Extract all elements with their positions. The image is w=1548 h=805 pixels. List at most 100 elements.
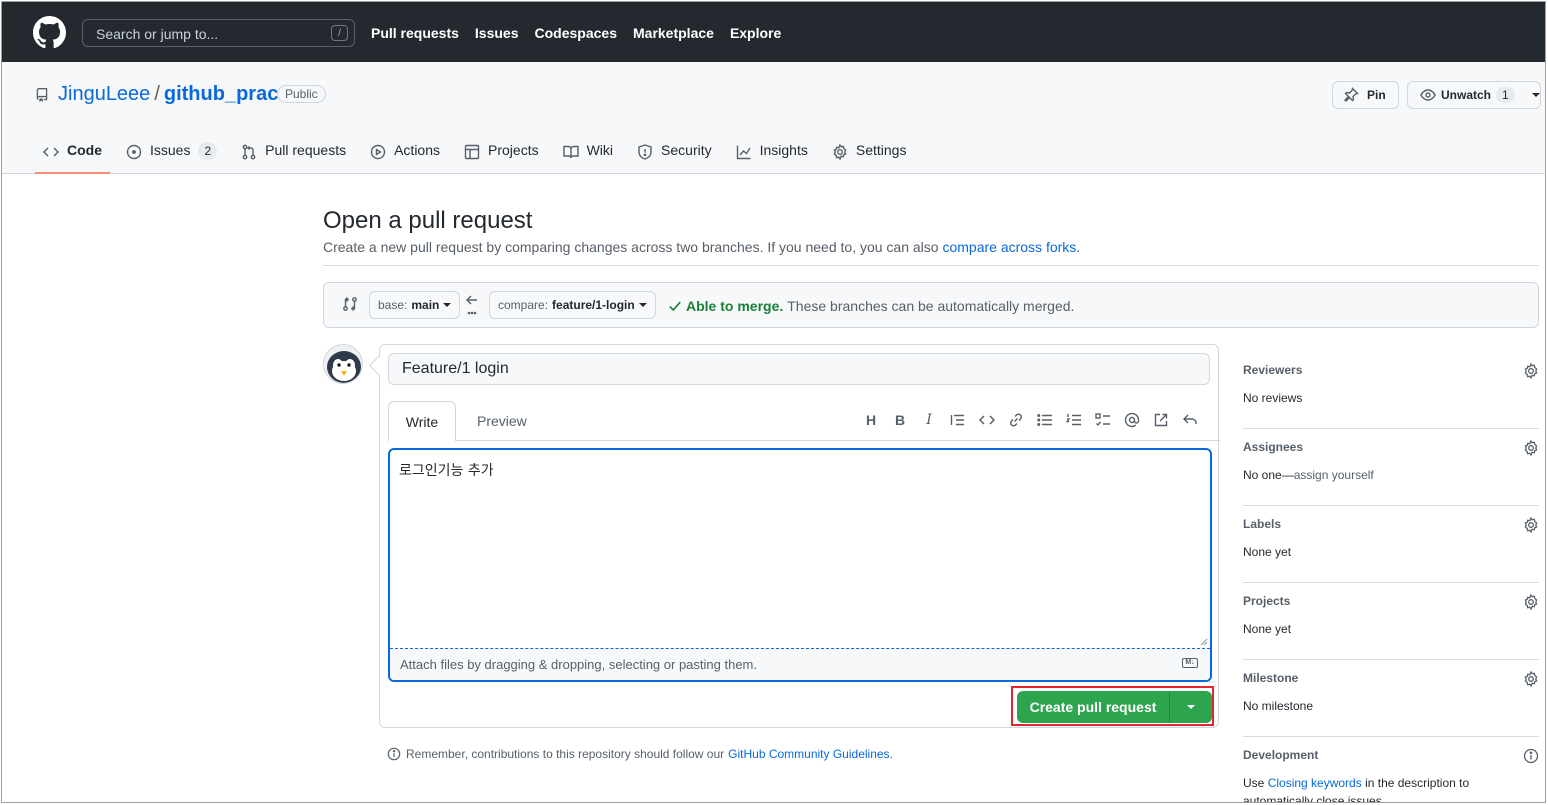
gear-icon[interactable] <box>1523 594 1539 610</box>
community-guidelines-link[interactable]: GitHub Community Guidelines <box>728 747 889 761</box>
nav-codespaces[interactable]: Codespaces <box>535 25 617 41</box>
assignees-title[interactable]: Assignees <box>1243 440 1303 454</box>
gear-icon[interactable] <box>1523 440 1539 456</box>
reference-icon[interactable] <box>1153 411 1169 429</box>
base-prefix: base: <box>378 298 408 312</box>
resize-handle-icon[interactable] <box>1200 638 1208 646</box>
reviewers-title[interactable]: Reviewers <box>1243 363 1302 377</box>
repo-icon <box>36 88 48 102</box>
bullet-list-icon[interactable] <box>1037 411 1053 429</box>
tab-insights[interactable]: Insights <box>728 140 816 174</box>
markdown-toolbar: H B I <box>863 411 1198 429</box>
pin-icon <box>1344 87 1359 102</box>
search-placeholder: Search or jump to... <box>96 26 219 42</box>
tab-issues-label: Issues <box>150 142 191 158</box>
arrow-left-icon <box>466 295 477 315</box>
closing-keywords-link[interactable]: Closing keywords <box>1268 776 1362 790</box>
mention-icon[interactable] <box>1124 411 1140 429</box>
tab-issues[interactable]: Issues 2 <box>118 140 225 174</box>
compare-prefix: compare: <box>498 298 549 312</box>
attach-files-bar[interactable]: Attach files by dragging & dropping, sel… <box>390 648 1210 680</box>
development-value: Use Closing keywords in the description … <box>1243 774 1483 802</box>
search-input[interactable]: Search or jump to... / <box>82 19 355 47</box>
nav-pull-requests[interactable]: Pull requests <box>371 25 459 41</box>
book-icon <box>562 145 579 159</box>
heading-icon[interactable]: H <box>863 411 879 429</box>
tab-write[interactable]: Write <box>388 401 456 441</box>
compare-branch-name: feature/1-login <box>552 298 635 312</box>
gear-icon <box>833 144 847 160</box>
check-icon <box>669 301 681 312</box>
nav-marketplace[interactable]: Marketplace <box>633 25 714 41</box>
tab-settings-label: Settings <box>855 142 907 158</box>
tab-code-label: Code <box>67 142 102 158</box>
repo-separator: / <box>154 83 160 105</box>
tab-insights-label: Insights <box>759 142 808 158</box>
italic-icon[interactable]: I <box>921 411 937 429</box>
bold-icon[interactable]: B <box>892 411 908 429</box>
tab-projects[interactable]: Projects <box>456 140 547 174</box>
play-icon <box>370 144 386 160</box>
tab-wiki[interactable]: Wiki <box>555 140 621 174</box>
nav-issues[interactable]: Issues <box>475 25 519 41</box>
chevron-down-icon <box>443 303 452 307</box>
task-list-icon[interactable] <box>1095 411 1111 429</box>
repo-name-link[interactable]: github_prac <box>164 83 278 106</box>
reply-icon[interactable] <box>1182 411 1198 429</box>
create-options-dropdown[interactable] <box>1170 691 1212 723</box>
labels-title[interactable]: Labels <box>1243 517 1281 531</box>
projects-title[interactable]: Projects <box>1243 594 1290 608</box>
tab-divider <box>388 440 1220 441</box>
tab-actions[interactable]: Actions <box>362 140 448 174</box>
link-icon[interactable] <box>1008 411 1024 429</box>
pin-button[interactable]: Pin <box>1332 81 1399 109</box>
merge-status-desc: These branches can be automatically merg… <box>787 298 1075 314</box>
create-pull-request-label[interactable]: Create pull request <box>1017 691 1170 723</box>
global-nav: Pull requests Issues Codespaces Marketpl… <box>371 25 781 41</box>
nav-explore[interactable]: Explore <box>730 25 781 41</box>
repo-header: JinguLeee / github_prac Public Pin Unwat… <box>2 62 1545 174</box>
chevron-down-icon[interactable] <box>1531 93 1540 97</box>
tab-pull-requests[interactable]: Pull requests <box>233 140 354 174</box>
markdown-icon[interactable]: M↓ <box>1182 658 1198 668</box>
tab-preview[interactable]: Preview <box>461 401 543 441</box>
tab-settings[interactable]: Settings <box>824 140 915 174</box>
avatar[interactable] <box>323 344 363 384</box>
page-title: Open a pull request <box>323 207 533 234</box>
merge-status: Able to merge. These branches can be aut… <box>668 298 1074 314</box>
gear-icon[interactable] <box>1523 671 1539 687</box>
create-pull-request-button[interactable]: Create pull request <box>1017 691 1212 723</box>
watch-count: 1 <box>1496 87 1515 103</box>
pr-title-input[interactable]: Feature/1 login <box>388 353 1210 385</box>
pin-label: Pin <box>1367 88 1386 102</box>
compare-forks-link[interactable]: compare across forks. <box>942 239 1080 255</box>
github-logo-icon[interactable] <box>33 16 66 49</box>
sidebar-assignees: Assignees No one—assign yourself <box>1243 429 1539 506</box>
base-branch-select[interactable]: base: main <box>369 291 461 319</box>
compare-branch-select[interactable]: compare: feature/1-login <box>489 291 656 319</box>
merge-status-label: Able to merge. <box>686 298 784 314</box>
gear-icon[interactable] <box>1523 517 1539 533</box>
search-shortcut-key: / <box>331 25 348 41</box>
gear-icon[interactable] <box>1523 363 1539 379</box>
global-header: Search or jump to... / Pull requests Iss… <box>2 2 1545 62</box>
unwatch-button[interactable]: Unwatch 1 <box>1407 81 1541 109</box>
tab-security[interactable]: Security <box>629 140 720 174</box>
repo-owner-link[interactable]: JinguLeee <box>58 83 150 106</box>
remember-text: Remember, contributions to this reposito… <box>406 747 725 761</box>
pr-body-textarea[interactable]: 로그인기능 추가 Attach files by dragging & drop… <box>388 448 1212 682</box>
tab-pull-requests-label: Pull requests <box>265 142 347 158</box>
unwatch-label: Unwatch <box>1441 88 1492 102</box>
tab-projects-label: Projects <box>488 142 539 158</box>
page-subtitle: Create a new pull request by comparing c… <box>323 239 1080 255</box>
assign-yourself-link[interactable]: assign yourself <box>1294 468 1374 482</box>
milestone-title[interactable]: Milestone <box>1243 671 1298 685</box>
info-icon[interactable] <box>1523 748 1539 764</box>
divider <box>323 265 1539 266</box>
code-icon[interactable] <box>979 411 995 429</box>
info-icon <box>387 747 401 761</box>
sidebar-reviewers: Reviewers No reviews <box>1243 352 1539 429</box>
quote-icon[interactable] <box>950 411 966 429</box>
numbered-list-icon[interactable] <box>1066 411 1082 429</box>
tab-code[interactable]: Code <box>35 140 110 174</box>
